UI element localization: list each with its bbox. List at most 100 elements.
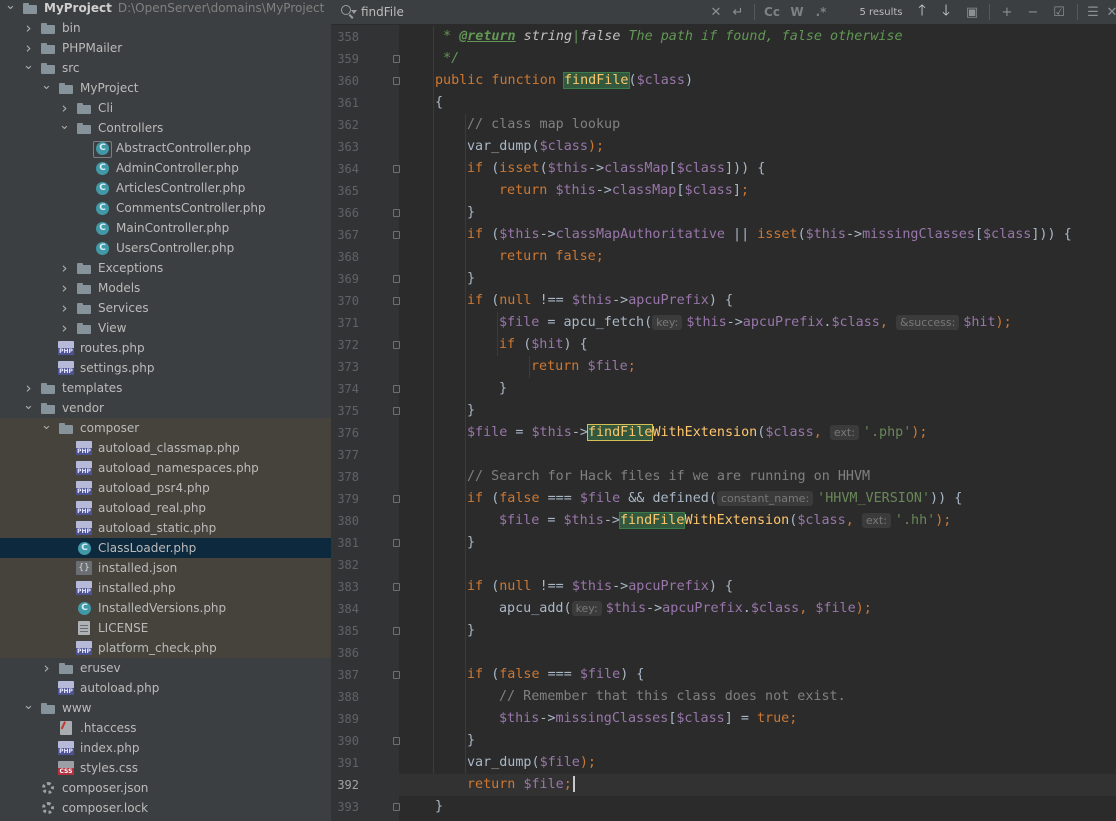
tree-item-admincontroller-php[interactable]: ›AdminController.php	[0, 158, 331, 178]
line-number[interactable]: 359	[331, 48, 359, 70]
remove-occurrence-icon[interactable]: −	[1023, 2, 1043, 22]
line-number[interactable]: 392	[331, 774, 359, 796]
code-line[interactable]: if ($hit) {	[399, 334, 1116, 356]
tree-item-autoload-psr4-php[interactable]: ›autoload_psr4.php	[0, 478, 331, 498]
chevron-down-icon[interactable]: ⌄	[59, 115, 70, 135]
line-number[interactable]: 381	[331, 532, 359, 554]
match-case-button[interactable]: Cc	[763, 2, 781, 22]
tree-item-installedversions-php[interactable]: ›InstalledVersions.php	[0, 598, 331, 618]
line-number[interactable]: 384	[331, 598, 359, 620]
tree-item-maincontroller-php[interactable]: ›MainController.php	[0, 218, 331, 238]
line-number[interactable]: 379	[331, 488, 359, 510]
tree-item-platform-check-php[interactable]: ›platform_check.php	[0, 638, 331, 658]
code-line[interactable]: return $file;	[399, 356, 1116, 378]
clear-search-icon[interactable]: ✕	[709, 2, 723, 22]
code-line[interactable]: }	[399, 268, 1116, 290]
code-line[interactable]: }	[399, 378, 1116, 400]
code-line[interactable]: return false;	[399, 246, 1116, 268]
tree-item-installed-json[interactable]: ›installed.json	[0, 558, 331, 578]
line-number[interactable]: 380	[331, 510, 359, 532]
line-number[interactable]: 363	[331, 136, 359, 158]
code-line[interactable]: return $file;	[399, 774, 1116, 796]
tree-item-autoload-namespaces-php[interactable]: ›autoload_namespaces.php	[0, 458, 331, 478]
tree-item-phpmailer[interactable]: › PHPMailer	[0, 38, 331, 58]
tree-item-index-php[interactable]: ›index.php	[0, 738, 331, 758]
previous-occurrence-icon[interactable]: 🡑	[913, 1, 931, 22]
chevron-right-icon[interactable]: ›	[59, 258, 70, 278]
line-number[interactable]: 389	[331, 708, 359, 730]
line-number[interactable]: 391	[331, 752, 359, 774]
tree-item-cli[interactable]: › Cli	[0, 98, 331, 118]
line-number[interactable]: 370	[331, 290, 359, 312]
tree-item-exceptions[interactable]: › Exceptions	[0, 258, 331, 278]
words-button[interactable]: W	[789, 2, 805, 22]
tree-item-abstractcontroller-php[interactable]: ›AbstractController.php	[0, 138, 331, 158]
tree-item-bin[interactable]: › bin	[0, 18, 331, 38]
line-number[interactable]: 387	[331, 664, 359, 686]
line-number[interactable]: 375	[331, 400, 359, 422]
tree-item-controllers[interactable]: ⌄ Controllers	[0, 118, 331, 138]
line-number[interactable]: 358	[331, 26, 359, 48]
code-line[interactable]: }	[399, 202, 1116, 224]
tree-item-installed-php[interactable]: ›installed.php	[0, 578, 331, 598]
code-line[interactable]: return $this->classMap[$class];	[399, 180, 1116, 202]
code-line[interactable]: // Remember that this class does not exi…	[399, 686, 1116, 708]
code-line[interactable]: $file = apcu_fetch(key: $this->apcuPrefix…	[399, 312, 1116, 334]
code-line[interactable]	[399, 642, 1116, 664]
line-number[interactable]: 377	[331, 444, 359, 466]
chevron-right-icon[interactable]: ›	[59, 278, 70, 298]
line-number[interactable]: 390	[331, 730, 359, 752]
tree-item-myproject[interactable]: ⌄ MyProject D:\OpenServer\domains\MyProjec…	[0, 0, 331, 18]
tree-item-models[interactable]: › Models	[0, 278, 331, 298]
tree-item-templates[interactable]: › templates	[0, 378, 331, 398]
code-line[interactable]: if (isset($this->classMap[$class])) {	[399, 158, 1116, 180]
tree-item-htaccess[interactable]: ›.htaccess	[0, 718, 331, 738]
tree-item-autoload-classmap-php[interactable]: ›autoload_classmap.php	[0, 438, 331, 458]
code-line[interactable]: }	[399, 532, 1116, 554]
tree-item-services[interactable]: › Services	[0, 298, 331, 318]
tree-item-autoload-php[interactable]: ›autoload.php	[0, 678, 331, 698]
close-find-bar-icon[interactable]: ✕	[1107, 2, 1116, 22]
line-number[interactable]: 385	[331, 620, 359, 642]
code-line[interactable]: var_dump($class);	[399, 136, 1116, 158]
tree-item-license[interactable]: ›LICENSE	[0, 618, 331, 638]
tree-item-settings-php[interactable]: ›settings.php	[0, 358, 331, 378]
code-line[interactable]: apcu_add(key: $this->apcuPrefix.$class, $…	[399, 598, 1116, 620]
line-number[interactable]: 374	[331, 378, 359, 400]
line-number[interactable]: 373	[331, 356, 359, 378]
tree-item-www[interactable]: ⌄ www	[0, 698, 331, 718]
tree-item-routes-php[interactable]: ›routes.php	[0, 338, 331, 358]
line-number[interactable]: 386	[331, 642, 359, 664]
new-line-icon[interactable]: ↵	[731, 2, 745, 22]
line-number[interactable]: 360	[331, 70, 359, 92]
add-occurrence-icon[interactable]: +	[997, 2, 1017, 22]
tree-item-userscontroller-php[interactable]: ›UsersController.php	[0, 238, 331, 258]
chevron-right-icon[interactable]: ›	[23, 18, 34, 38]
line-number[interactable]: 382	[331, 554, 359, 576]
filter-search-results-icon[interactable]: ☰	[1083, 2, 1103, 22]
tree-item-view[interactable]: › View	[0, 318, 331, 338]
line-number[interactable]: 393	[331, 796, 359, 818]
chevron-down-icon[interactable]: ⌄	[23, 55, 34, 75]
chevron-down-icon[interactable]: ⌄	[5, 0, 16, 15]
search-icon[interactable]	[341, 5, 351, 15]
line-number[interactable]: 367	[331, 224, 359, 246]
line-number[interactable]: 364	[331, 158, 359, 180]
chevron-down-icon[interactable]: ⌄	[23, 395, 34, 415]
next-occurrence-icon[interactable]: 🡓	[937, 1, 955, 22]
tree-item-composer[interactable]: ⌄ composer	[0, 418, 331, 438]
chevron-down-icon[interactable]: ⌄	[41, 415, 52, 435]
tree-item-autoload-real-php[interactable]: ›autoload_real.php	[0, 498, 331, 518]
chevron-down-icon[interactable]: ⌄	[41, 75, 52, 95]
line-number[interactable]: 383	[331, 576, 359, 598]
tree-item-erusev[interactable]: › erusev	[0, 658, 331, 678]
tree-item-myproject[interactable]: ⌄ MyProject	[0, 78, 331, 98]
code-line[interactable]: */	[399, 48, 1116, 70]
code-line[interactable]: }	[399, 400, 1116, 422]
code-line[interactable]: public function findFile($class)	[399, 70, 1116, 92]
code-line[interactable]: $this->missingClasses[$class] = true;	[399, 708, 1116, 730]
select-all-occurrences-icon[interactable]: ☑	[1049, 2, 1069, 22]
line-number[interactable]: 361	[331, 92, 359, 114]
tree-item-styles-css[interactable]: ›styles.css	[0, 758, 331, 778]
code-line[interactable]	[399, 554, 1116, 576]
